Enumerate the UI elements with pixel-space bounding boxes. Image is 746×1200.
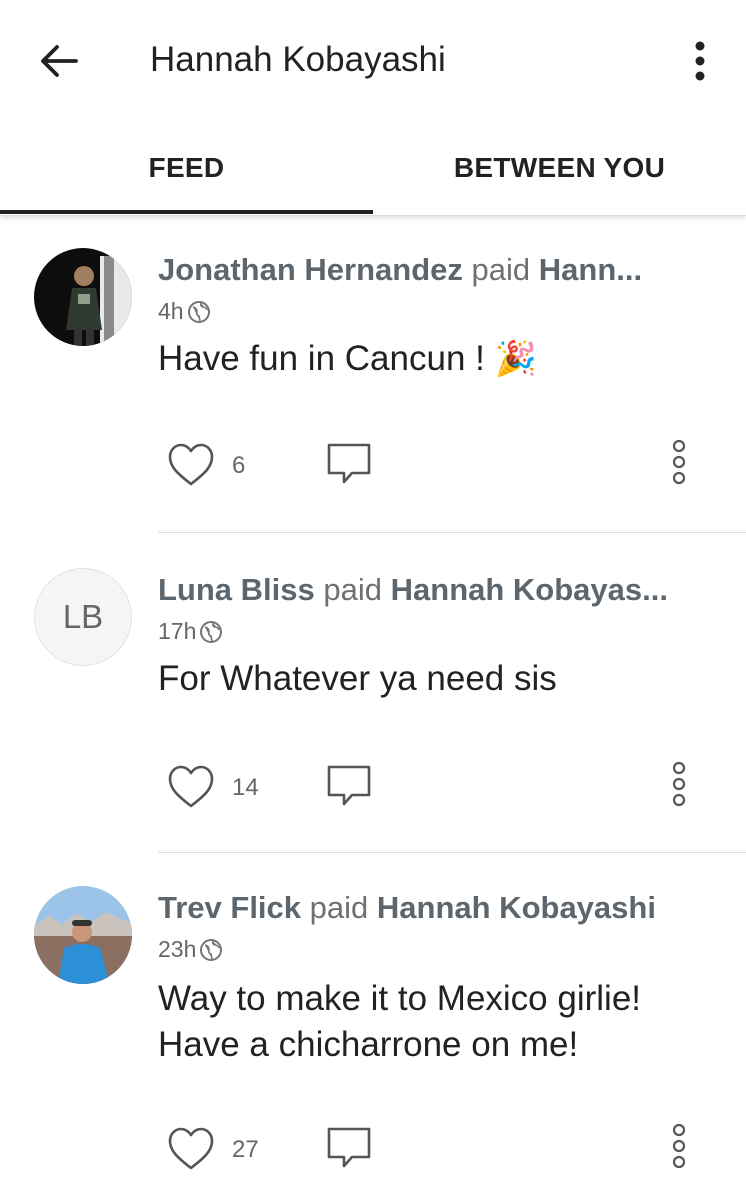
tab-between-you[interactable]: BETWEEN YOU <box>373 120 746 216</box>
payer-name[interactable]: Luna Bliss <box>158 572 315 607</box>
globe-icon <box>200 938 223 961</box>
avatar[interactable]: LB <box>34 568 132 666</box>
action-bar: 6 <box>158 439 718 496</box>
more-options-icon[interactable] <box>666 436 692 492</box>
timestamp: 4h <box>158 298 184 324</box>
heart-icon[interactable] <box>166 1124 216 1174</box>
payee-name[interactable]: Hannah Kobayas... <box>391 572 668 607</box>
feed-item[interactable]: LB Luna Bliss paid Hannah Kobayas... 17h… <box>0 552 746 854</box>
transaction-headline: Jonathan Hernandez paid Hann... <box>158 252 718 288</box>
more-options-icon[interactable] <box>666 758 692 814</box>
like-count: 14 <box>232 774 259 801</box>
overflow-menu-button[interactable] <box>676 36 724 86</box>
app-bar: Hannah Kobayashi <box>0 0 746 120</box>
action-bar: 14 <box>158 761 718 818</box>
payment-note: For Whatever ya need sis <box>158 659 557 698</box>
party-popper-icon: 🎉 <box>494 339 537 379</box>
more-vertical-icon <box>695 41 705 81</box>
payment-note: Have fun in Cancun ! 🎉 <box>158 336 718 382</box>
timestamp: 23h <box>158 936 197 962</box>
arrow-left-icon <box>41 45 78 77</box>
payment-note: Way to make it to Mexico girlie! Have a … <box>158 979 642 1064</box>
like-count: 27 <box>232 1136 259 1163</box>
timestamp-row: 17h <box>158 618 223 645</box>
divider <box>158 852 746 853</box>
globe-icon <box>187 300 210 323</box>
payee-name[interactable]: Hann... <box>539 252 642 287</box>
feed-item[interactable]: Trev Flick paid Hannah Kobayashi 23h Way… <box>0 872 746 1200</box>
payer-name[interactable]: Jonathan Hernandez <box>158 252 463 287</box>
note-text: Have fun in Cancun ! <box>158 339 495 378</box>
globe-icon <box>200 620 223 643</box>
verb: paid <box>309 890 369 925</box>
avatar-initials: LB <box>62 598 104 635</box>
action-bar: 27 <box>158 1123 718 1180</box>
comment-icon[interactable] <box>324 1124 374 1174</box>
tab-feed[interactable]: FEED <box>0 120 373 216</box>
page-title: Hannah Kobayashi <box>150 40 446 79</box>
comment-icon[interactable] <box>324 762 374 812</box>
transaction-headline: Luna Bliss paid Hannah Kobayas... <box>158 572 718 608</box>
transaction-headline: Trev Flick paid Hannah Kobayashi <box>158 890 718 926</box>
heart-icon[interactable] <box>166 762 216 812</box>
heart-icon[interactable] <box>166 440 216 490</box>
divider <box>158 532 746 533</box>
like-count: 6 <box>232 452 246 479</box>
avatar[interactable] <box>34 248 132 346</box>
avatar-photo <box>34 248 132 346</box>
avatar-photo <box>34 886 132 984</box>
comment-icon[interactable] <box>324 440 374 490</box>
active-tab-indicator <box>0 210 373 214</box>
tab-bar: FEED BETWEEN YOU <box>0 120 746 216</box>
timestamp-row: 23h <box>158 936 223 963</box>
feed-item[interactable]: Jonathan Hernandez paid Hann... 4h Have … <box>0 230 746 534</box>
back-button[interactable] <box>30 36 88 86</box>
payer-name[interactable]: Trev Flick <box>158 890 301 925</box>
verb: paid <box>323 572 382 607</box>
avatar[interactable] <box>34 886 132 984</box>
timestamp-row: 4h <box>158 298 211 325</box>
more-options-icon[interactable] <box>666 1120 692 1176</box>
payee-name[interactable]: Hannah Kobayashi <box>377 890 656 925</box>
verb: paid <box>471 252 531 287</box>
timestamp: 17h <box>158 618 197 644</box>
